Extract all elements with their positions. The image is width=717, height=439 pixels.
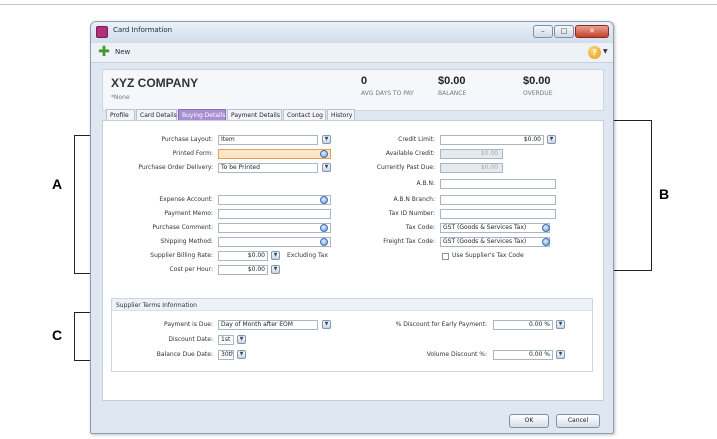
discount-date-select[interactable]: 1st: [218, 335, 234, 345]
plus-icon[interactable]: ✚: [97, 45, 111, 60]
cost-per-hour-dropdown-icon[interactable]: ▼: [271, 265, 280, 274]
expense-account-label: Expense Account:: [159, 196, 213, 203]
early-payment-dropdown-icon[interactable]: ▼: [556, 320, 565, 329]
shipping-method-lookup-icon[interactable]: ›: [320, 238, 328, 246]
card-information-window: Card Information – □ ✕ ✚ New ? ▼ XYZ COM…: [90, 21, 614, 434]
stat-label: AVG DAYS TO PAY: [361, 90, 414, 97]
payment-memo-input[interactable]: [218, 209, 331, 219]
billing-rate-input[interactable]: $0.00: [218, 251, 268, 261]
stat-avg-days: 0 AVG DAYS TO PAY: [361, 75, 414, 97]
new-button[interactable]: New: [115, 48, 130, 56]
billing-rate-label: Supplier Billing Rate:: [150, 252, 213, 259]
tax-code-input[interactable]: GST (Goods & Services Tax): [440, 223, 550, 233]
printed-form-input[interactable]: [218, 149, 331, 159]
maximize-button[interactable]: □: [554, 25, 574, 38]
po-delivery-select[interactable]: To be Printed: [218, 163, 318, 173]
po-delivery-dropdown-icon[interactable]: ▼: [322, 163, 331, 172]
past-due-value: $0.00: [440, 163, 503, 173]
chevron-down-icon[interactable]: ▼: [603, 48, 608, 55]
balance-due-date-label: Balance Due Date:: [156, 351, 213, 358]
company-subtitle: *None: [111, 94, 130, 101]
cost-per-hour-input[interactable]: $0.00: [218, 265, 268, 275]
purchase-comment-input[interactable]: [218, 223, 331, 233]
use-supplier-tax-checkbox[interactable]: [442, 253, 449, 260]
supplier-terms-title: Supplier Terms Information: [116, 302, 197, 309]
balance-due-date-dropdown-icon[interactable]: ▼: [237, 350, 246, 359]
payment-due-dropdown-icon[interactable]: ▼: [322, 320, 331, 329]
abn-label: A.B.N:: [416, 180, 435, 187]
callout-b-bracket: [610, 120, 652, 271]
tax-code-label: Tax Code:: [405, 224, 435, 231]
screenshot-stage: A B C Card Information – □ ✕ ✚ New ? ▼ X…: [0, 0, 717, 439]
stat-balance: $0.00 BALANCE: [438, 75, 466, 97]
balance-due-date-select[interactable]: 30th: [218, 350, 234, 360]
top-divider: [0, 4, 717, 5]
company-name: XYZ COMPANY: [111, 76, 199, 90]
close-button[interactable]: ✕: [575, 25, 609, 38]
purchase-layout-label: Purchase Layout:: [161, 136, 213, 143]
callout-c-label: C: [52, 327, 63, 343]
expense-account-lookup-icon[interactable]: ›: [320, 196, 328, 204]
credit-limit-label: Credit Limit:: [398, 136, 435, 143]
tax-id-input[interactable]: [440, 209, 556, 219]
stat-label: BALANCE: [438, 90, 467, 97]
early-payment-label: % Discount for Early Payment:: [395, 321, 487, 328]
billing-rate-suffix: Excluding Tax: [287, 252, 328, 259]
supplier-terms-header: Supplier Terms Information: [112, 299, 592, 311]
volume-discount-dropdown-icon[interactable]: ▼: [556, 350, 565, 359]
discount-date-dropdown-icon[interactable]: ▼: [237, 335, 246, 344]
stat-value: $0.00: [523, 75, 551, 87]
tax-id-label: Tax ID Number:: [388, 210, 435, 217]
callout-b-label: B: [659, 186, 670, 202]
freight-tax-code-label: Freight Tax Code:: [383, 238, 435, 245]
past-due-label: Currently Past Due:: [376, 164, 435, 171]
credit-limit-dropdown-icon[interactable]: ▼: [547, 135, 556, 144]
available-credit-value: $0.00: [440, 149, 503, 159]
stat-overdue: $0.00 OVERDUE: [523, 75, 552, 97]
payment-due-label: Payment is Due:: [163, 321, 213, 328]
toolbar: ✚ New ? ▼: [91, 43, 613, 63]
title-bar: Card Information – □ ✕: [91, 22, 613, 43]
tax-code-lookup-icon[interactable]: ›: [542, 224, 550, 232]
card-header: XYZ COMPANY *None 0 AVG DAYS TO PAY $0.0…: [102, 69, 604, 111]
discount-date-label: Discount Date:: [168, 336, 213, 343]
abn-branch-label: A.B.N Branch:: [393, 196, 435, 203]
available-credit-label: Available Credit:: [385, 150, 435, 157]
help-icon[interactable]: ?: [588, 46, 601, 59]
freight-tax-code-lookup-icon[interactable]: ›: [542, 238, 550, 246]
payment-due-select[interactable]: Day of Month after EOM: [218, 320, 318, 330]
early-payment-input[interactable]: 0.00 %: [493, 320, 553, 330]
payment-memo-label: Payment Memo:: [164, 210, 213, 217]
shipping-method-input[interactable]: [218, 237, 331, 247]
printed-form-label: Printed Form:: [172, 150, 213, 157]
credit-limit-input[interactable]: $0.00: [440, 135, 544, 145]
po-delivery-label: Purchase Order Delivery:: [138, 164, 213, 171]
minimize-button[interactable]: –: [533, 25, 553, 38]
purchase-comment-label: Purchase Comment:: [152, 224, 213, 231]
billing-rate-dropdown-icon[interactable]: ▼: [271, 251, 280, 260]
printed-form-lookup-icon[interactable]: ›: [320, 150, 328, 158]
purchase-layout-dropdown-icon[interactable]: ▼: [322, 135, 331, 144]
purchase-layout-select[interactable]: Item: [218, 135, 318, 145]
purchase-comment-lookup-icon[interactable]: ›: [320, 224, 328, 232]
card-app-icon: [96, 26, 108, 38]
use-supplier-tax-label: Use Supplier's Tax Code: [452, 252, 524, 259]
cancel-button[interactable]: Cancel: [556, 414, 600, 428]
stat-value: 0: [361, 75, 368, 87]
ok-button[interactable]: OK: [509, 414, 549, 428]
abn-input[interactable]: [440, 179, 556, 189]
window-title: Card Information: [113, 26, 173, 34]
cost-per-hour-label: Cost per Hour:: [169, 266, 214, 273]
volume-discount-label: Volume Discount %:: [426, 351, 487, 358]
volume-discount-input[interactable]: 0.00 %: [493, 350, 553, 360]
abn-branch-input[interactable]: [440, 195, 556, 205]
expense-account-input[interactable]: [218, 195, 331, 205]
supplier-terms-group: Supplier Terms Information: [111, 298, 593, 372]
stat-value: $0.00: [438, 75, 466, 87]
callout-a-label: A: [52, 176, 63, 192]
freight-tax-code-input[interactable]: GST (Goods & Services Tax): [440, 237, 550, 247]
stat-label: OVERDUE: [523, 90, 553, 97]
shipping-method-label: Shipping Method:: [160, 238, 213, 245]
